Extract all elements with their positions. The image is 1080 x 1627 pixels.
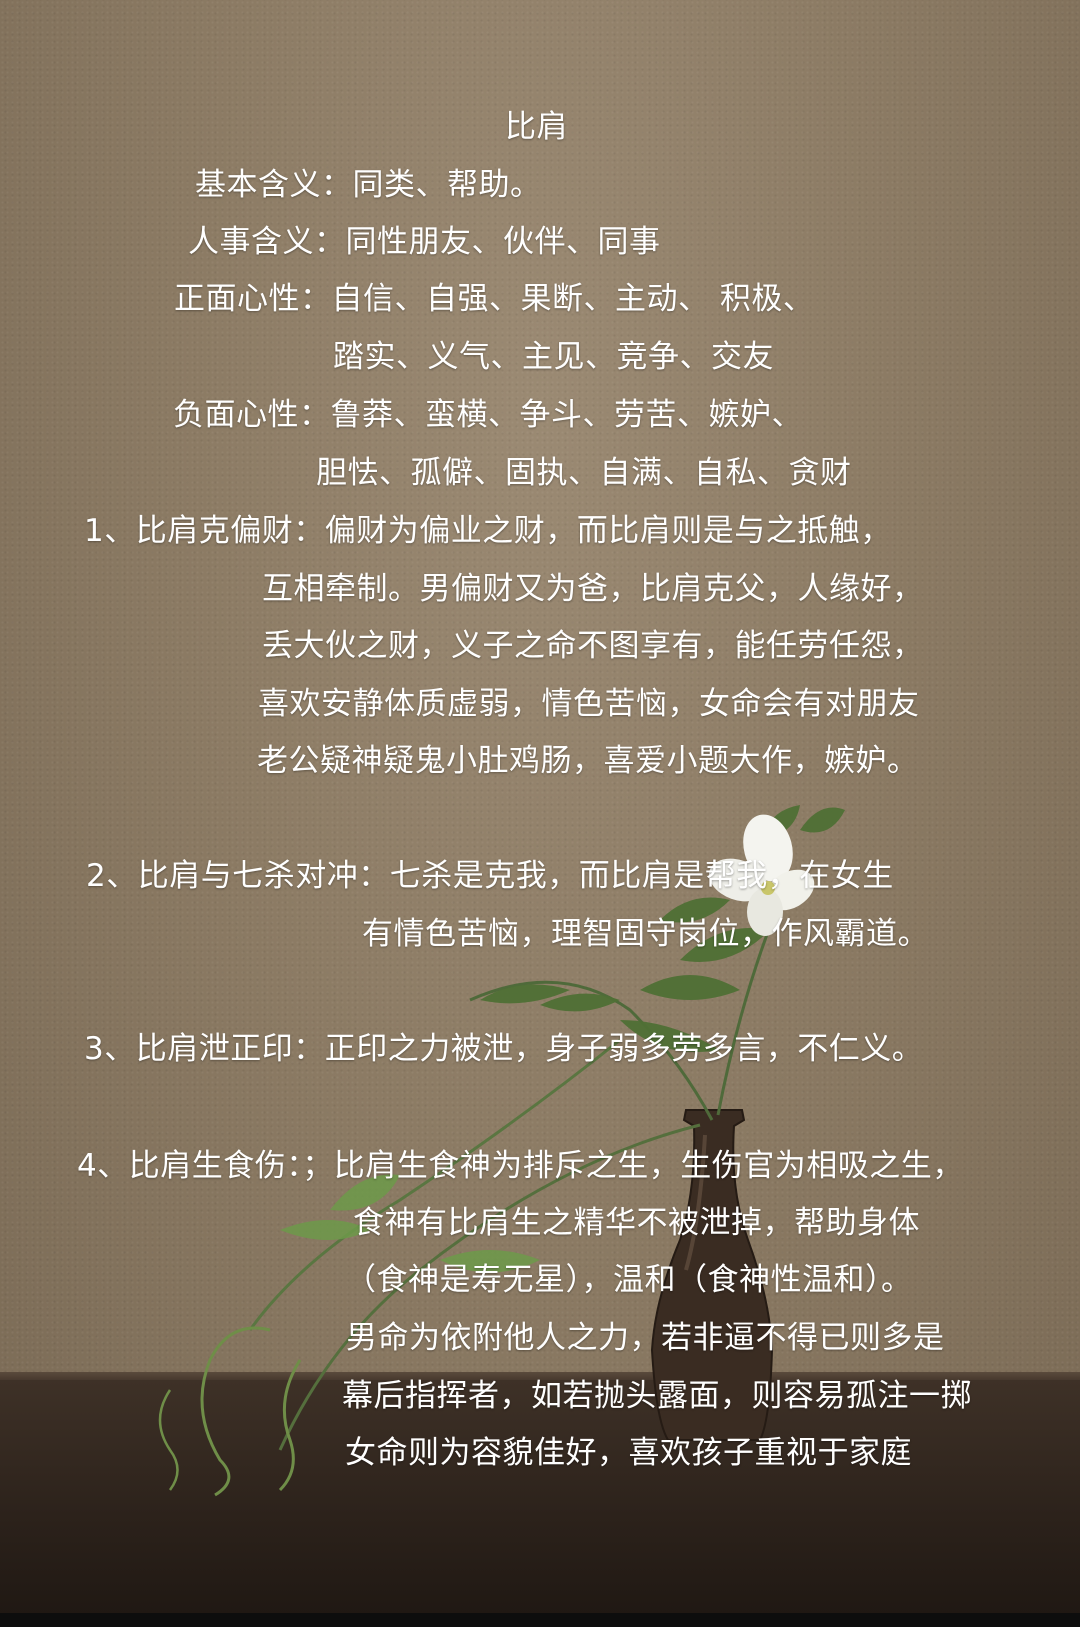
text-line: 2、比肩与七杀对冲：七杀是克我，而比肩是帮我，在女生: [86, 858, 894, 894]
text-line: 男命为依附他人之力，若非逼不得已则多是: [346, 1320, 945, 1356]
text-line: 女命则为容貌佳好，喜欢孩子重视于家庭: [345, 1435, 912, 1471]
tendril: [158, 1389, 179, 1491]
text-line: 1、比肩克偏财：偏财为偏业之财，而比肩则是与之抵触，: [84, 513, 892, 549]
text-line: 有情色苦恼，理智固守岗位，作风霸道。: [362, 916, 929, 952]
text-line: 负面心性：鲁莽、蛮横、争斗、劳苦、嫉妒、: [173, 397, 803, 433]
text-line: 人事含义：同性朋友、伙伴、同事: [188, 224, 661, 260]
text-line: 胆怯、孤僻、固执、自满、自私、贪财: [316, 455, 852, 491]
tendril: [200, 1326, 271, 1497]
text-line: 3、比肩泄正印：正印之力被泄，身子弱多劳多言，不仁义。: [84, 1031, 924, 1067]
poster: 比肩 基本含义：同类、帮助。 人事含义：同性朋友、伙伴、同事 正面心性：自信、自…: [0, 0, 1080, 1627]
text-line: 食神有比肩生之精华不被泄掉，帮助身体: [353, 1205, 920, 1241]
bottom-bar: [0, 1613, 1080, 1627]
text-line: 踏实、义气、主见、竞争、交友: [333, 339, 774, 375]
text-line: 基本含义：同类、帮助。: [195, 167, 542, 203]
text-line: （食神是寿无星），温和（食神性温和）。: [345, 1262, 913, 1298]
text-line: 丢大伙之财，义子之命不图享有，能任劳任怨，: [262, 628, 924, 664]
text-line: 正面心性：自信、自强、果断、主动、 积极、: [174, 281, 815, 317]
text-line: 互相牵制。男偏财又为爸，比肩克父，人缘好，: [262, 571, 924, 607]
text-line: 老公疑神疑鬼小肚鸡肠，喜爱小题大作，嫉妒。: [257, 743, 919, 779]
text-line: 喜欢安静体质虚弱，情色苦恼，女命会有对朋友: [258, 686, 920, 722]
heading-title: 比肩: [505, 109, 568, 145]
tendril: [278, 1359, 302, 1492]
text-line: 4、比肩生食伤：；比肩生食神为排斥之生，生伤官为相吸之生，: [77, 1148, 964, 1184]
text-line: 幕后指挥者，如若抛头露面，则容易孤注一掷: [342, 1378, 972, 1414]
